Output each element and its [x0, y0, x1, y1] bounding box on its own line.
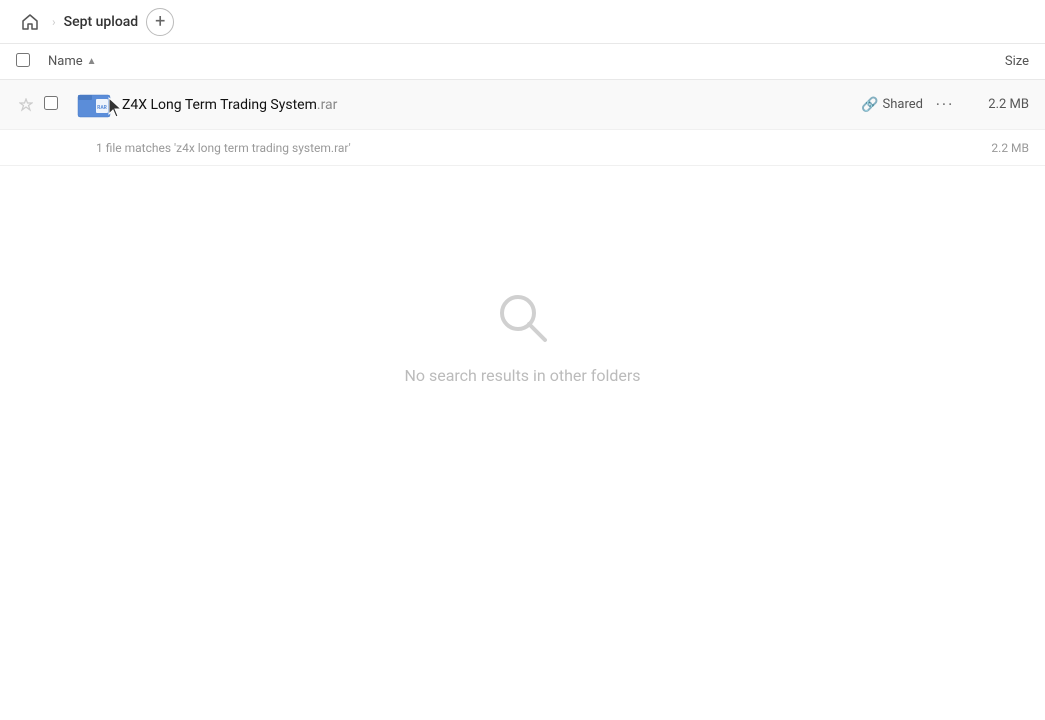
star-button[interactable] — [16, 95, 36, 115]
more-options-button[interactable]: ··· — [931, 91, 959, 119]
shared-badge: 🔗 Shared — [861, 97, 923, 113]
home-button[interactable] — [16, 8, 44, 36]
name-column-header[interactable]: Name ▲ — [48, 54, 959, 69]
file-name: Z4X Long Term Trading System.rar — [122, 97, 861, 113]
no-results-search-icon — [491, 286, 555, 350]
match-text: 1 file matches 'z4x long term trading sy… — [96, 141, 959, 155]
no-results-text: No search results in other folders — [404, 366, 640, 385]
match-info-row: 1 file matches 'z4x long term trading sy… — [0, 130, 1045, 166]
empty-state: No search results in other folders — [0, 286, 1045, 385]
file-name-container: Z4X Long Term Trading System.rar — [122, 97, 861, 113]
sort-arrow-icon: ▲ — [87, 56, 97, 67]
file-type-icon: RAR — [76, 87, 112, 123]
top-bar: › Sept upload + — [0, 0, 1045, 44]
svg-text:RAR: RAR — [97, 105, 108, 111]
file-size: 2.2 MB — [959, 97, 1029, 112]
size-column-header: Size — [959, 54, 1029, 69]
file-actions: 🔗 Shared ··· — [861, 91, 959, 119]
file-checkbox[interactable] — [44, 96, 64, 114]
column-header: Name ▲ Size — [0, 44, 1045, 80]
match-size: 2.2 MB — [959, 141, 1029, 155]
file-row[interactable]: RAR Z4X Long Term Trading System.rar 🔗 S… — [0, 80, 1045, 130]
add-button[interactable]: + — [146, 8, 174, 36]
file-select-input[interactable] — [44, 96, 58, 110]
link-icon: 🔗 — [861, 97, 878, 113]
select-all-input[interactable] — [16, 53, 30, 67]
breadcrumb-folder[interactable]: Sept upload — [64, 14, 139, 30]
select-all-checkbox[interactable] — [16, 53, 36, 71]
breadcrumb-separator: › — [52, 15, 56, 29]
